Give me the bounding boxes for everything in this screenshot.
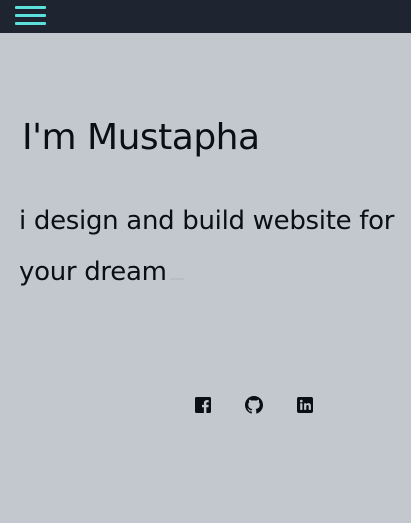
hero-tagline: i design and build website for your drea… <box>19 196 399 298</box>
hero-tagline-text: i design and build website for your drea… <box>19 206 395 287</box>
linkedin-icon <box>297 397 313 413</box>
github-link[interactable] <box>245 396 263 414</box>
menu-line <box>15 22 46 25</box>
facebook-link[interactable] <box>194 396 212 414</box>
menu-line <box>15 6 46 9</box>
top-nav-bar <box>0 0 411 33</box>
menu-line <box>15 14 46 17</box>
hamburger-menu-icon[interactable] <box>15 6 46 26</box>
linkedin-link[interactable] <box>296 396 314 414</box>
facebook-icon <box>195 397 211 413</box>
typing-cursor <box>169 278 184 280</box>
hero-title: I'm Mustapha <box>22 117 260 158</box>
github-icon <box>245 396 263 414</box>
